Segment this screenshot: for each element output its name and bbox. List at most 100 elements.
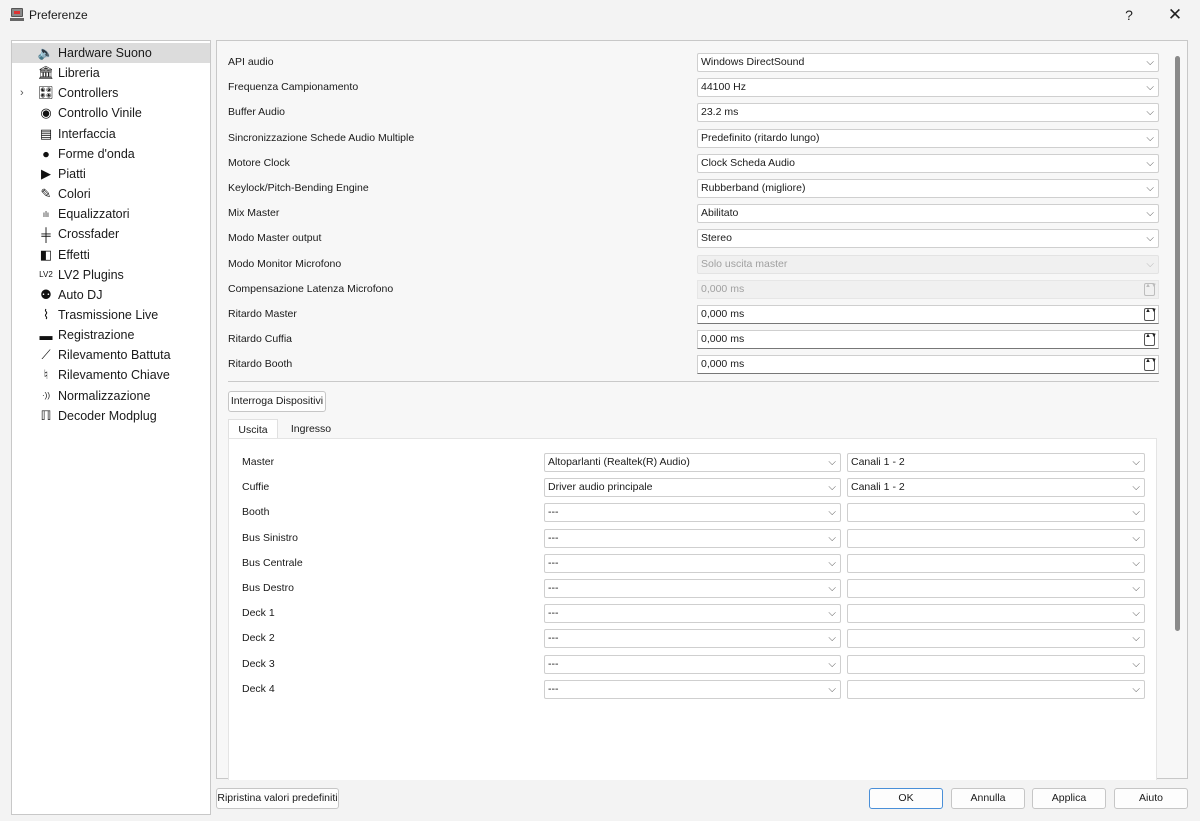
output-bus-centrale-channels-select[interactable]: ⌵ [847, 553, 1145, 573]
keylock-pitch-bending-engine-select[interactable]: Rubberband (migliore) ⌵ [697, 179, 1159, 198]
output-deck-3-channels-select[interactable]: ⌵ [847, 654, 1145, 674]
sidebar-item-controllers[interactable]: › 🎛 Controllers [12, 83, 210, 103]
motore-clock-label: Motore Clock [228, 156, 290, 169]
modo-monitor-microfono-select: Solo uscita master ⌵ [697, 254, 1159, 274]
value-text: 23.2 ms [701, 106, 739, 119]
output-cuffie-device-select[interactable]: Driver audio principale ⌵ [544, 478, 841, 498]
output-deck-4-device-select[interactable]: --- ⌵ [544, 679, 841, 699]
value-text: 0,000 ms [701, 358, 745, 371]
ritardo-master-label: Ritardo Master [228, 308, 297, 320]
frequenza-campionamento-select[interactable]: 44100 Hz ⌵ [697, 78, 1159, 98]
window-title: Preferenze [29, 8, 88, 22]
ok-button[interactable]: OK [869, 788, 943, 809]
ritardo-cuffia-spinbox[interactable]: 0,000 ms ▲▼ [697, 330, 1159, 350]
sidebar-item-equalizzatori[interactable]: ılı Equalizzatori [12, 204, 210, 224]
sidebar-item-label: Effetti [58, 247, 90, 262]
value-text: Driver audio principale [548, 481, 653, 494]
output-deck-1-label: Deck 1 [242, 607, 275, 620]
vertical-scrollbar[interactable] [1175, 56, 1180, 631]
sidebar-item-effetti[interactable]: ◧ Effetti [12, 245, 210, 265]
sidebar-item-label: Crossfader [58, 227, 120, 242]
spin-arrows-icon[interactable]: ▲▼ [1144, 358, 1157, 372]
close-button[interactable]: ✕ [1152, 0, 1198, 30]
modplug-icon: ℿ [40, 407, 52, 423]
sincronizzazione-schede-audio-multiple-label: Sincronizzazione Schede Audio Multiple [228, 131, 415, 144]
value-text: Abilitato [701, 207, 739, 220]
value-text: --- [548, 582, 559, 594]
output-bus-sinistro-label: Bus Sinistro [242, 531, 299, 544]
ritardo-booth-label: Ritardo Booth [228, 358, 293, 371]
ritardo-master-spinbox[interactable]: 0,000 ms ▲▼ [697, 305, 1159, 324]
output-master-device-select[interactable]: Altoparlanti (Realtek(R) Audio) ⌵ [544, 453, 841, 472]
cancel-button[interactable]: Annulla [951, 788, 1025, 809]
sidebar-item-normalizzazione[interactable]: ·)) Normalizzazione [12, 386, 210, 406]
apply-button[interactable]: Applica [1032, 788, 1106, 809]
help-button[interactable]: ? [1106, 0, 1152, 30]
api-audio-select[interactable]: Windows DirectSound ⌵ [697, 53, 1159, 72]
output-deck-1-channels-select[interactable]: ⌵ [847, 604, 1145, 624]
output-bus-sinistro-channels-select[interactable]: ⌵ [847, 528, 1145, 548]
output-deck-4-channels-select[interactable]: ⌵ [847, 679, 1145, 699]
sidebar-item-registrazione[interactable]: ▬ Registrazione [12, 325, 210, 345]
sidebar-item-libreria[interactable]: 🏛 Libreria [12, 63, 210, 83]
output-cuffie-channels-select[interactable]: Canali 1 - 2 ⌵ [847, 478, 1145, 498]
value-text: Canali 1 - 2 [851, 481, 905, 494]
sidebar-item-auto-dj[interactable]: ⚉ Auto DJ [12, 285, 210, 305]
buffer-audio-select[interactable]: 23.2 ms ⌵ [697, 103, 1159, 123]
output-bus-destro-channels-select[interactable]: ⌵ [847, 579, 1145, 598]
output-master-label: Master [242, 456, 275, 468]
chevron-down-icon: ⌵ [1146, 233, 1154, 245]
sidebar-item-trasmissione-live[interactable]: ⌇ Trasmissione Live [12, 305, 210, 325]
tab-output[interactable]: Uscita [228, 419, 278, 439]
query-devices-button[interactable]: Interroga Dispositivi [228, 391, 326, 412]
output-bus-sinistro-device-select[interactable]: --- ⌵ [544, 528, 841, 548]
sidebar-item-rilevamento-battuta[interactable]: ⟋ Rilevamento Battuta [12, 345, 210, 365]
sidebar-item-lv2-plugins[interactable]: LV2 LV2 Plugins [12, 265, 210, 285]
ritardo-booth-spinbox[interactable]: 0,000 ms ▲▼ [697, 355, 1159, 375]
mix-master-select[interactable]: Abilitato ⌵ [697, 204, 1159, 224]
compensazione-latenza-microfono-spinbox: 0,000 ms ▲▼ [697, 279, 1159, 299]
value-text: Stereo [701, 232, 732, 245]
sidebar-item-controllo-vinile[interactable]: ◉ Controllo Vinile [12, 103, 210, 123]
value-text: Rubberband (migliore) [701, 182, 806, 194]
chevron-down-icon: ⌵ [828, 633, 836, 645]
sidebar-item-colori[interactable]: ✎ Colori [12, 184, 210, 204]
spin-arrows-icon[interactable]: ▲▼ [1144, 308, 1157, 321]
spin-arrows-icon[interactable]: ▲▼ [1144, 333, 1157, 347]
output-deck-2-channels-select[interactable]: ⌵ [847, 629, 1145, 649]
help-footer-button[interactable]: Aiuto [1114, 788, 1188, 809]
chevron-down-icon: ⌵ [1146, 82, 1154, 94]
output-booth-device-select[interactable]: --- ⌵ [544, 503, 841, 523]
output-deck-1-device-select[interactable]: --- ⌵ [544, 604, 841, 624]
motore-clock-select[interactable]: Clock Scheda Audio ⌵ [697, 153, 1159, 173]
sound-hardware-panel: Interroga Dispositivi Uscita Ingresso Ma… [216, 40, 1188, 780]
output-bus-centrale-device-select[interactable]: --- ⌵ [544, 553, 841, 573]
output-deck-3-device-select[interactable]: --- ⌵ [544, 654, 841, 674]
output-deck-2-device-select[interactable]: --- ⌵ [544, 629, 841, 649]
sidebar-item-rilevamento-chiave[interactable]: ♮ Rilevamento Chiave [12, 365, 210, 385]
chevron-right-icon[interactable]: › [20, 87, 24, 99]
output-bus-centrale-label: Bus Centrale [242, 556, 303, 569]
preferences-sidebar: 🔈 Hardware Suono 🏛 Libreria › 🎛 Controllers ◉ Co… [11, 40, 211, 815]
chevron-down-icon: ⌵ [828, 583, 836, 594]
ritardo-cuffia-label: Ritardo Cuffia [228, 333, 293, 346]
output-booth-channels-select[interactable]: ⌵ [847, 503, 1145, 523]
sidebar-item-piatti[interactable]: ▶ Piatti [12, 164, 210, 184]
restore-defaults-button[interactable]: Ripristina valori predefiniti [216, 788, 339, 809]
sincronizzazione-schede-audio-multiple-select[interactable]: Predefinito (ritardo lungo) ⌵ [697, 128, 1159, 148]
output-bus-destro-device-select[interactable]: --- ⌵ [544, 579, 841, 598]
output-master-channels-select[interactable]: Canali 1 - 2 ⌵ [847, 453, 1145, 472]
modo-master-output-select[interactable]: Stereo ⌵ [697, 229, 1159, 249]
speaker-icon: 🔈 [37, 45, 55, 60]
sidebar-item-label: Colori [58, 187, 91, 202]
output-deck-2-label: Deck 2 [242, 632, 275, 645]
sidebar-item-hardware-suono[interactable]: 🔈 Hardware Suono [12, 43, 210, 63]
sidebar-item-forme-d-onda[interactable]: ⦁ Forme d'onda [12, 144, 210, 164]
sidebar-item-crossfader[interactable]: ╪ Crossfader [12, 224, 210, 244]
sidebar-item-interfaccia[interactable]: ▤ Interfaccia [12, 124, 210, 144]
chevron-down-icon: ⌵ [1132, 557, 1140, 569]
sidebar-item-decoder-modplug[interactable]: ℿ Decoder Modplug [12, 406, 210, 426]
sidebar-item-label: Trasmissione Live [58, 307, 159, 322]
chevron-down-icon: ⌵ [1132, 658, 1140, 670]
tab-input[interactable]: Ingresso [280, 419, 342, 439]
